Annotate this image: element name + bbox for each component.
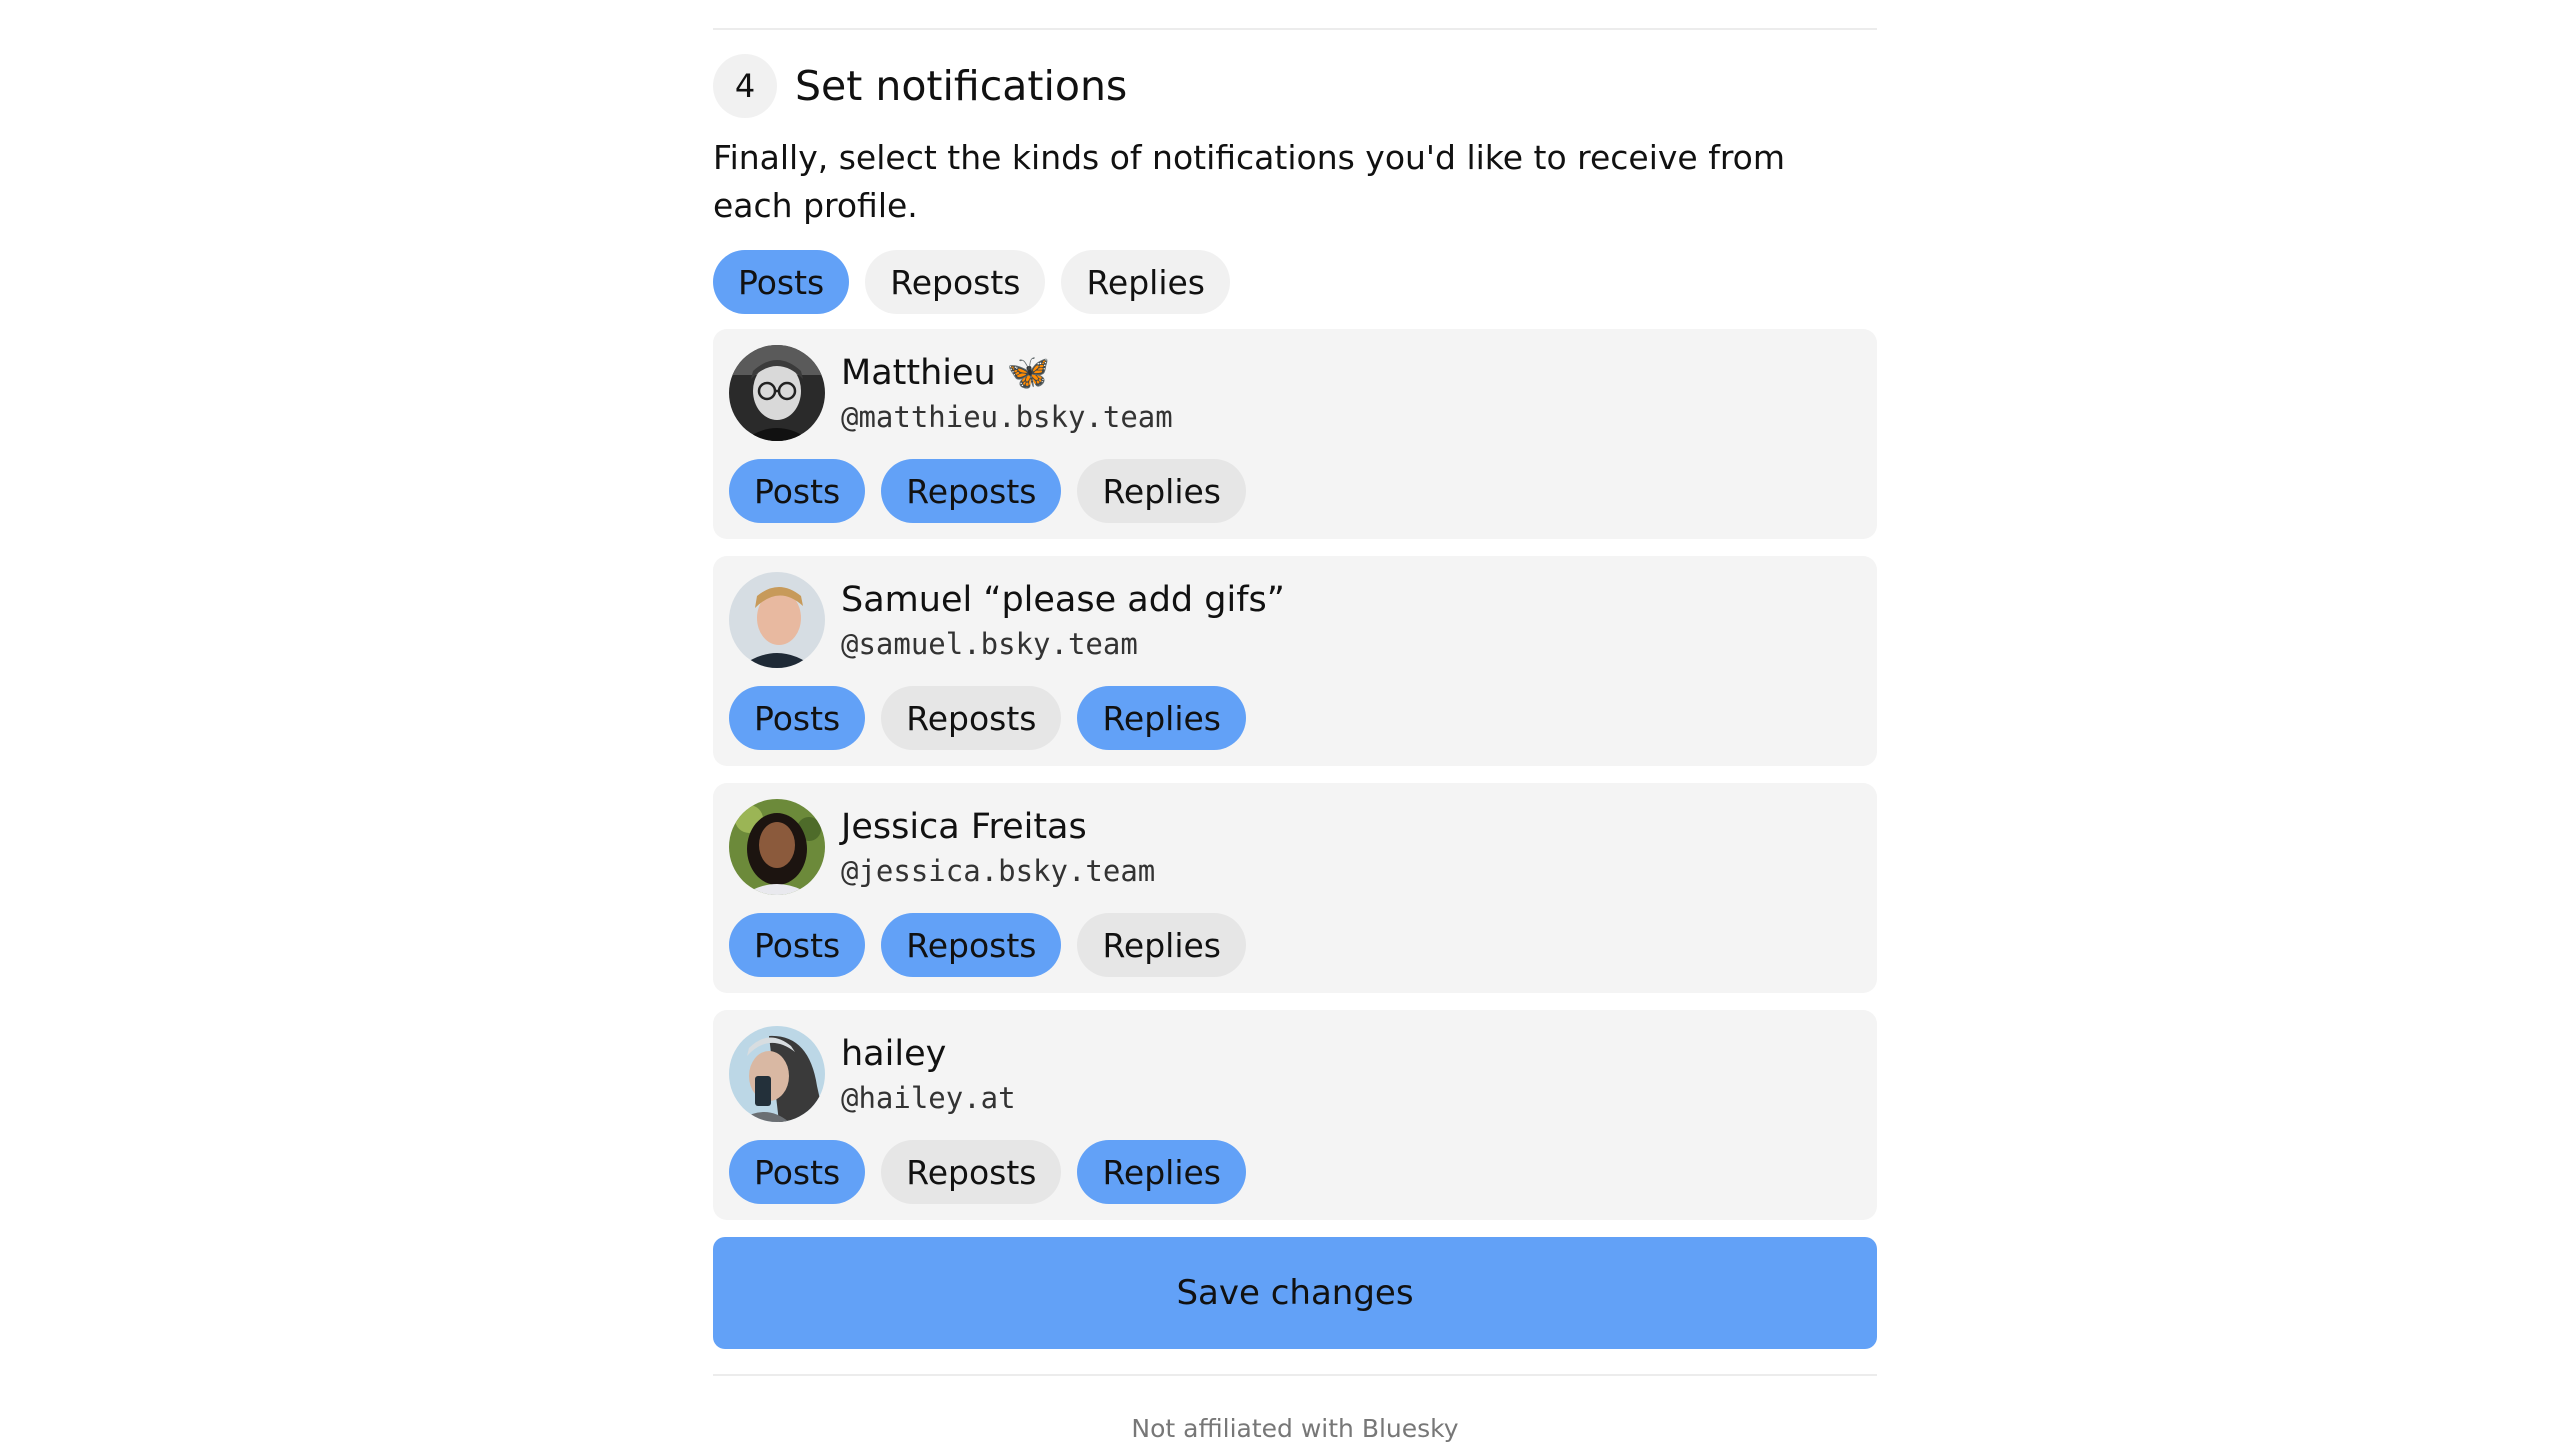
filter-replies-toggle[interactable]: Replies xyxy=(1061,250,1230,314)
posts-toggle[interactable]: Posts xyxy=(729,459,866,523)
global-filter-toggles: Posts Reposts Replies xyxy=(713,250,1230,314)
reposts-toggle[interactable]: Reposts xyxy=(881,1140,1062,1204)
profile-toggles: Posts Reposts Replies xyxy=(729,1140,1246,1204)
top-divider xyxy=(713,28,1877,30)
step-header: 4 Set notifications xyxy=(713,54,1127,118)
profile-toggles: Posts Reposts Replies xyxy=(729,913,1246,977)
profile-name: hailey xyxy=(841,1034,947,1074)
reposts-toggle[interactable]: Reposts xyxy=(881,459,1062,523)
profile-card: Samuel “please add gifs” @samuel.bsky.te… xyxy=(713,556,1877,766)
bottom-divider xyxy=(713,1374,1877,1376)
replies-toggle[interactable]: Replies xyxy=(1077,459,1246,523)
avatar xyxy=(729,572,825,668)
profile-handle: @hailey.at xyxy=(841,1081,1016,1115)
profile-name: Matthieu 🦋 xyxy=(841,353,1051,393)
profile-toggles: Posts Reposts Replies xyxy=(729,459,1246,523)
posts-toggle[interactable]: Posts xyxy=(729,686,866,750)
step-description: Finally, select the kinds of notificatio… xyxy=(713,138,1786,225)
profile-card: Matthieu 🦋 @matthieu.bsky.team Posts Rep… xyxy=(713,329,1877,539)
replies-toggle[interactable]: Replies xyxy=(1077,1140,1246,1204)
replies-toggle[interactable]: Replies xyxy=(1077,913,1246,977)
posts-toggle[interactable]: Posts xyxy=(729,1140,866,1204)
avatar xyxy=(729,1026,825,1122)
posts-toggle[interactable]: Posts xyxy=(729,913,866,977)
profile-handle: @matthieu.bsky.team xyxy=(841,400,1173,434)
footer-disclaimer: Not affiliated with Bluesky xyxy=(1131,1414,1459,1443)
profile-name: Jessica Freitas xyxy=(841,807,1087,847)
avatar xyxy=(729,345,825,441)
reposts-toggle[interactable]: Reposts xyxy=(881,913,1062,977)
save-changes-button[interactable]: Save changes xyxy=(713,1237,1877,1349)
reposts-toggle[interactable]: Reposts xyxy=(881,686,1062,750)
profile-handle: @samuel.bsky.team xyxy=(841,627,1138,661)
profile-name: Samuel “please add gifs” xyxy=(841,580,1285,620)
profile-handle: @jessica.bsky.team xyxy=(841,854,1156,888)
filter-reposts-toggle[interactable]: Reposts xyxy=(865,250,1046,314)
profile-toggles: Posts Reposts Replies xyxy=(729,686,1246,750)
profile-card: Jessica Freitas @jessica.bsky.team Posts… xyxy=(713,783,1877,993)
avatar xyxy=(729,799,825,895)
step-title: Set notifications xyxy=(795,62,1128,110)
profile-card: hailey @hailey.at Posts Reposts Replies xyxy=(713,1010,1877,1220)
replies-toggle[interactable]: Replies xyxy=(1077,686,1246,750)
step-number-badge: 4 xyxy=(713,54,777,118)
filter-posts-toggle[interactable]: Posts xyxy=(713,250,850,314)
